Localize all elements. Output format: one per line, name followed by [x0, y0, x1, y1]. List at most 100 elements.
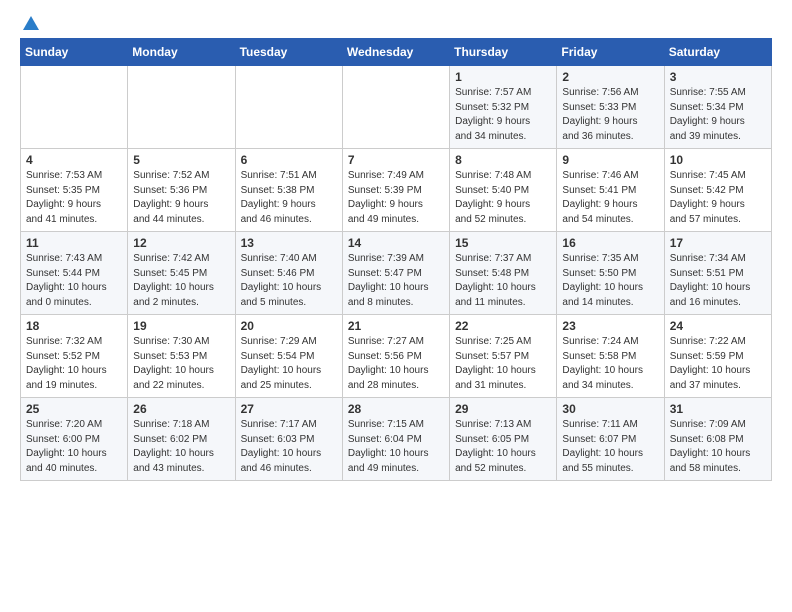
- calendar-cell: 11 Sunrise: 7:43 AM Sunset: 5:44 PM Dayli…: [21, 232, 128, 315]
- day-info: Sunrise: 7:53 AM Sunset: 5:35 PM Dayligh…: [26, 169, 123, 227]
- day-number: 24: [670, 319, 767, 333]
- day-number: 23: [562, 319, 659, 333]
- day-number: 27: [241, 402, 338, 416]
- col-header-sunday: Sunday: [21, 39, 128, 66]
- day-number: 26: [133, 402, 230, 416]
- week-row-2: 4 Sunrise: 7:53 AM Sunset: 5:35 PM Daylig…: [21, 149, 772, 232]
- week-row-1: 1Sunrise: 7:57 AM Sunset: 5:32 PM Daylig…: [21, 66, 772, 149]
- day-info: Sunrise: 7:37 AM Sunset: 5:48 PM Dayligh…: [455, 252, 552, 310]
- calendar-cell: 23 Sunrise: 7:24 AM Sunset: 5:58 PM Dayli…: [557, 315, 664, 398]
- day-number: 11: [26, 236, 123, 250]
- day-info: Sunrise: 7:27 AM Sunset: 5:56 PM Dayligh…: [348, 335, 445, 393]
- calendar-cell: 7 Sunrise: 7:49 AM Sunset: 5:39 PM Daylig…: [342, 149, 449, 232]
- calendar-cell: 5 Sunrise: 7:52 AM Sunset: 5:36 PM Daylig…: [128, 149, 235, 232]
- day-info: Sunrise: 7:49 AM Sunset: 5:39 PM Dayligh…: [348, 169, 445, 227]
- calendar-cell: [235, 66, 342, 149]
- day-info: Sunrise: 7:11 AM Sunset: 6:07 PM Dayligh…: [562, 418, 659, 476]
- calendar-cell: [342, 66, 449, 149]
- col-header-saturday: Saturday: [664, 39, 771, 66]
- day-number: 4: [26, 153, 123, 167]
- calendar-cell: 1Sunrise: 7:57 AM Sunset: 5:32 PM Daylig…: [450, 66, 557, 149]
- day-info: Sunrise: 7:40 AM Sunset: 5:46 PM Dayligh…: [241, 252, 338, 310]
- col-header-thursday: Thursday: [450, 39, 557, 66]
- day-info: Sunrise: 7:20 AM Sunset: 6:00 PM Dayligh…: [26, 418, 123, 476]
- day-number: 5: [133, 153, 230, 167]
- day-number: 7: [348, 153, 445, 167]
- calendar-cell: 17 Sunrise: 7:34 AM Sunset: 5:51 PM Dayli…: [664, 232, 771, 315]
- day-info: Sunrise: 7:57 AM Sunset: 5:32 PM Dayligh…: [455, 86, 552, 144]
- week-row-4: 18 Sunrise: 7:32 AM Sunset: 5:52 PM Dayli…: [21, 315, 772, 398]
- day-info: Sunrise: 7:52 AM Sunset: 5:36 PM Dayligh…: [133, 169, 230, 227]
- logo: [20, 16, 40, 30]
- calendar-cell: 19 Sunrise: 7:30 AM Sunset: 5:53 PM Dayli…: [128, 315, 235, 398]
- calendar-cell: 2Sunrise: 7:56 AM Sunset: 5:33 PM Daylig…: [557, 66, 664, 149]
- col-header-tuesday: Tuesday: [235, 39, 342, 66]
- calendar-cell: 4 Sunrise: 7:53 AM Sunset: 5:35 PM Daylig…: [21, 149, 128, 232]
- calendar-cell: 6Sunrise: 7:51 AM Sunset: 5:38 PM Daylig…: [235, 149, 342, 232]
- day-number: 30: [562, 402, 659, 416]
- day-number: 25: [26, 402, 123, 416]
- calendar-cell: 10 Sunrise: 7:45 AM Sunset: 5:42 PM Dayli…: [664, 149, 771, 232]
- day-number: 14: [348, 236, 445, 250]
- day-info: Sunrise: 7:34 AM Sunset: 5:51 PM Dayligh…: [670, 252, 767, 310]
- logo-icon: [22, 14, 40, 32]
- col-header-wednesday: Wednesday: [342, 39, 449, 66]
- day-info: Sunrise: 7:18 AM Sunset: 6:02 PM Dayligh…: [133, 418, 230, 476]
- day-number: 2: [562, 70, 659, 84]
- col-header-friday: Friday: [557, 39, 664, 66]
- day-info: Sunrise: 7:43 AM Sunset: 5:44 PM Dayligh…: [26, 252, 123, 310]
- day-number: 16: [562, 236, 659, 250]
- calendar-cell: 20 Sunrise: 7:29 AM Sunset: 5:54 PM Dayli…: [235, 315, 342, 398]
- calendar-cell: 22Sunrise: 7:25 AM Sunset: 5:57 PM Dayli…: [450, 315, 557, 398]
- day-info: Sunrise: 7:32 AM Sunset: 5:52 PM Dayligh…: [26, 335, 123, 393]
- calendar-cell: 26 Sunrise: 7:18 AM Sunset: 6:02 PM Dayli…: [128, 398, 235, 481]
- calendar-cell: 9 Sunrise: 7:46 AM Sunset: 5:41 PM Daylig…: [557, 149, 664, 232]
- day-number: 29: [455, 402, 552, 416]
- day-number: 21: [348, 319, 445, 333]
- day-number: 19: [133, 319, 230, 333]
- calendar-cell: 27 Sunrise: 7:17 AM Sunset: 6:03 PM Dayli…: [235, 398, 342, 481]
- calendar-cell: 18 Sunrise: 7:32 AM Sunset: 5:52 PM Dayli…: [21, 315, 128, 398]
- day-info: Sunrise: 7:17 AM Sunset: 6:03 PM Dayligh…: [241, 418, 338, 476]
- calendar-cell: 28Sunrise: 7:15 AM Sunset: 6:04 PM Dayli…: [342, 398, 449, 481]
- day-info: Sunrise: 7:13 AM Sunset: 6:05 PM Dayligh…: [455, 418, 552, 476]
- day-info: Sunrise: 7:46 AM Sunset: 5:41 PM Dayligh…: [562, 169, 659, 227]
- calendar-cell: 12 Sunrise: 7:42 AM Sunset: 5:45 PM Dayli…: [128, 232, 235, 315]
- week-row-3: 11 Sunrise: 7:43 AM Sunset: 5:44 PM Dayli…: [21, 232, 772, 315]
- day-number: 18: [26, 319, 123, 333]
- day-number: 10: [670, 153, 767, 167]
- week-row-5: 25 Sunrise: 7:20 AM Sunset: 6:00 PM Dayli…: [21, 398, 772, 481]
- day-info: Sunrise: 7:25 AM Sunset: 5:57 PM Dayligh…: [455, 335, 552, 393]
- day-info: Sunrise: 7:55 AM Sunset: 5:34 PM Dayligh…: [670, 86, 767, 144]
- calendar-cell: 13 Sunrise: 7:40 AM Sunset: 5:46 PM Dayli…: [235, 232, 342, 315]
- day-number: 12: [133, 236, 230, 250]
- calendar-cell: 3Sunrise: 7:55 AM Sunset: 5:34 PM Daylig…: [664, 66, 771, 149]
- calendar-cell: 16 Sunrise: 7:35 AM Sunset: 5:50 PM Dayli…: [557, 232, 664, 315]
- day-number: 6: [241, 153, 338, 167]
- day-info: Sunrise: 7:48 AM Sunset: 5:40 PM Dayligh…: [455, 169, 552, 227]
- calendar-cell: 29 Sunrise: 7:13 AM Sunset: 6:05 PM Dayli…: [450, 398, 557, 481]
- day-info: Sunrise: 7:15 AM Sunset: 6:04 PM Dayligh…: [348, 418, 445, 476]
- calendar-cell: 14 Sunrise: 7:39 AM Sunset: 5:47 PM Dayli…: [342, 232, 449, 315]
- day-number: 13: [241, 236, 338, 250]
- day-number: 20: [241, 319, 338, 333]
- calendar-cell: 15Sunrise: 7:37 AM Sunset: 5:48 PM Dayli…: [450, 232, 557, 315]
- day-info: Sunrise: 7:24 AM Sunset: 5:58 PM Dayligh…: [562, 335, 659, 393]
- day-number: 17: [670, 236, 767, 250]
- day-info: Sunrise: 7:39 AM Sunset: 5:47 PM Dayligh…: [348, 252, 445, 310]
- calendar-cell: 21 Sunrise: 7:27 AM Sunset: 5:56 PM Dayli…: [342, 315, 449, 398]
- day-info: Sunrise: 7:35 AM Sunset: 5:50 PM Dayligh…: [562, 252, 659, 310]
- day-info: Sunrise: 7:29 AM Sunset: 5:54 PM Dayligh…: [241, 335, 338, 393]
- day-info: Sunrise: 7:22 AM Sunset: 5:59 PM Dayligh…: [670, 335, 767, 393]
- col-header-monday: Monday: [128, 39, 235, 66]
- day-info: Sunrise: 7:09 AM Sunset: 6:08 PM Dayligh…: [670, 418, 767, 476]
- calendar-cell: 31Sunrise: 7:09 AM Sunset: 6:08 PM Dayli…: [664, 398, 771, 481]
- calendar-cell: [21, 66, 128, 149]
- day-info: Sunrise: 7:30 AM Sunset: 5:53 PM Dayligh…: [133, 335, 230, 393]
- day-info: Sunrise: 7:45 AM Sunset: 5:42 PM Dayligh…: [670, 169, 767, 227]
- calendar-table: SundayMondayTuesdayWednesdayThursdayFrid…: [20, 38, 772, 481]
- day-info: Sunrise: 7:42 AM Sunset: 5:45 PM Dayligh…: [133, 252, 230, 310]
- day-number: 8: [455, 153, 552, 167]
- calendar-cell: 25 Sunrise: 7:20 AM Sunset: 6:00 PM Dayli…: [21, 398, 128, 481]
- day-number: 9: [562, 153, 659, 167]
